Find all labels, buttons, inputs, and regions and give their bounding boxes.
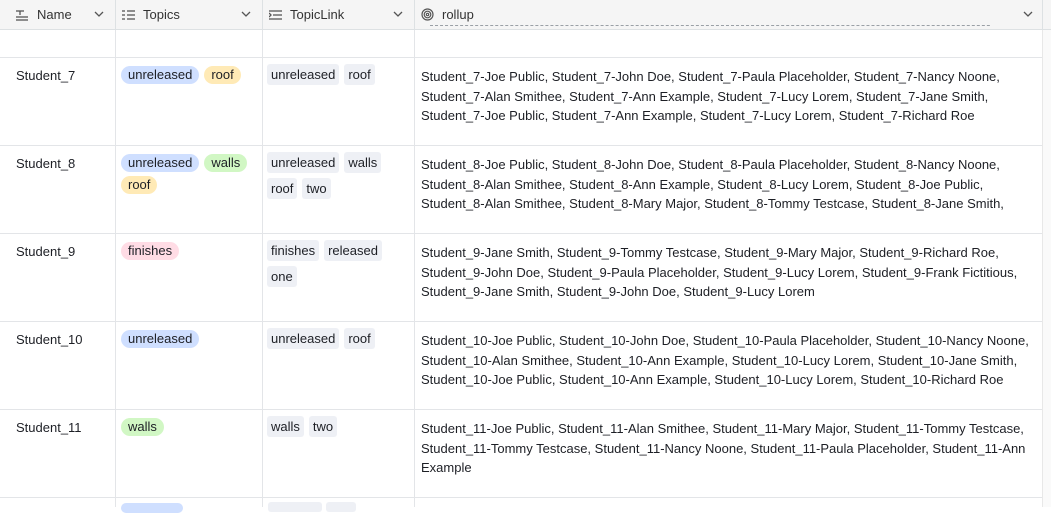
text-field-icon bbox=[16, 8, 30, 22]
column-header-name[interactable]: Name bbox=[0, 0, 116, 29]
table-row[interactable]: Student_7 unreleased roof unreleased roof Stu… bbox=[0, 58, 1043, 146]
linked-record-chip[interactable]: walls bbox=[267, 416, 304, 437]
cell-topiclink[interactable]: unreleased roof bbox=[267, 64, 407, 85]
topiclink-chip-cutoff bbox=[326, 502, 356, 512]
cell-topics[interactable]: finishes bbox=[121, 242, 257, 260]
cell-topics[interactable]: unreleased walls roof bbox=[121, 154, 257, 194]
cell-name[interactable]: Student_11 bbox=[16, 420, 82, 435]
cell-rollup[interactable]: Student_8-Joe Public, Student_8-John Doe… bbox=[421, 155, 1037, 215]
cell-topics[interactable]: unreleased roof bbox=[121, 66, 257, 84]
table-row-partial-top[interactable] bbox=[0, 25, 1043, 58]
cell-rollup[interactable]: Student_10-Joe Public, Student_10-John D… bbox=[421, 331, 1037, 390]
cell-rollup[interactable]: Student_9-Jane Smith, Student_9-Tommy Te… bbox=[421, 243, 1037, 302]
column-header-topiclink[interactable]: TopicLink bbox=[263, 0, 415, 29]
column-header-topics-label: Topics bbox=[143, 7, 180, 22]
chevron-down-icon[interactable] bbox=[93, 8, 105, 20]
table-row[interactable]: Student_10 unreleased unreleased roof Studen… bbox=[0, 322, 1043, 410]
cell-rollup[interactable]: Student_11-Joe Public, Student_11-Alan S… bbox=[421, 419, 1037, 478]
topic-pill: finishes bbox=[121, 242, 180, 260]
linked-record-chip[interactable]: roof bbox=[267, 178, 298, 199]
linked-record-chip[interactable]: one bbox=[267, 266, 297, 287]
topic-pill: roof bbox=[204, 66, 241, 84]
cell-topics[interactable]: unreleased bbox=[121, 330, 257, 348]
linked-record-chip[interactable]: walls bbox=[344, 152, 382, 173]
vertical-scrollbar[interactable] bbox=[1042, 30, 1051, 507]
cell-rollup[interactable]: Student_7-Joe Public, Student_7-John Doe… bbox=[421, 67, 1037, 126]
linked-record-chip[interactable]: two bbox=[302, 178, 331, 199]
topic-pill: walls bbox=[204, 154, 248, 172]
linked-record-chip[interactable]: roof bbox=[344, 64, 375, 85]
cell-name[interactable]: Student_10 bbox=[16, 332, 83, 347]
table-row[interactable]: Student_9 finishes finishes released one Stud… bbox=[0, 234, 1043, 322]
cell-name[interactable]: Student_8 bbox=[16, 156, 75, 171]
chevron-down-icon[interactable] bbox=[240, 8, 252, 20]
table-row[interactable]: Student_11 walls walls two Student_11-Joe Pu… bbox=[0, 410, 1043, 498]
column-header-topics[interactable]: Topics bbox=[116, 0, 263, 29]
cell-topiclink[interactable]: walls two bbox=[267, 416, 407, 437]
column-header-topiclink-label: TopicLink bbox=[290, 7, 345, 22]
topic-pill-cutoff bbox=[121, 503, 183, 513]
cell-topiclink[interactable]: finishes released one bbox=[267, 240, 407, 287]
topiclink-chip-cutoff bbox=[268, 502, 322, 512]
linked-record-chip[interactable]: finishes bbox=[267, 240, 320, 261]
topic-pill: walls bbox=[121, 418, 164, 436]
column-header-name-label: Name bbox=[37, 7, 72, 22]
topic-pill: unreleased bbox=[121, 330, 200, 348]
topic-pill: roof bbox=[121, 176, 158, 194]
topic-pill: unreleased bbox=[121, 66, 200, 84]
cell-topiclink[interactable]: unreleased walls roof two bbox=[267, 152, 407, 199]
cell-name[interactable]: Student_9 bbox=[16, 244, 75, 259]
linked-record-icon bbox=[269, 8, 283, 22]
linked-record-chip[interactable]: unreleased bbox=[267, 64, 340, 85]
topic-pill: unreleased bbox=[121, 154, 200, 172]
column-header-rollup-label: rollup bbox=[442, 7, 474, 22]
linked-record-chip[interactable]: released bbox=[324, 240, 382, 261]
linked-record-chip[interactable]: unreleased bbox=[267, 328, 340, 349]
linked-record-chip[interactable]: roof bbox=[344, 328, 375, 349]
linked-record-chip[interactable]: two bbox=[308, 416, 338, 437]
cell-name[interactable]: Student_7 bbox=[16, 68, 75, 83]
cell-topiclink[interactable]: unreleased roof bbox=[267, 328, 407, 349]
multi-select-icon bbox=[122, 8, 136, 22]
rollup-text-cut-off bbox=[430, 24, 990, 32]
cell-topics[interactable]: walls bbox=[121, 418, 257, 436]
table-row[interactable]: Student_8 unreleased walls roof unreleased wa… bbox=[0, 146, 1043, 234]
chevron-down-icon[interactable] bbox=[392, 8, 404, 20]
chevron-down-icon[interactable] bbox=[1022, 8, 1034, 20]
rollup-icon bbox=[421, 8, 435, 22]
linked-record-chip[interactable]: unreleased bbox=[267, 152, 340, 173]
